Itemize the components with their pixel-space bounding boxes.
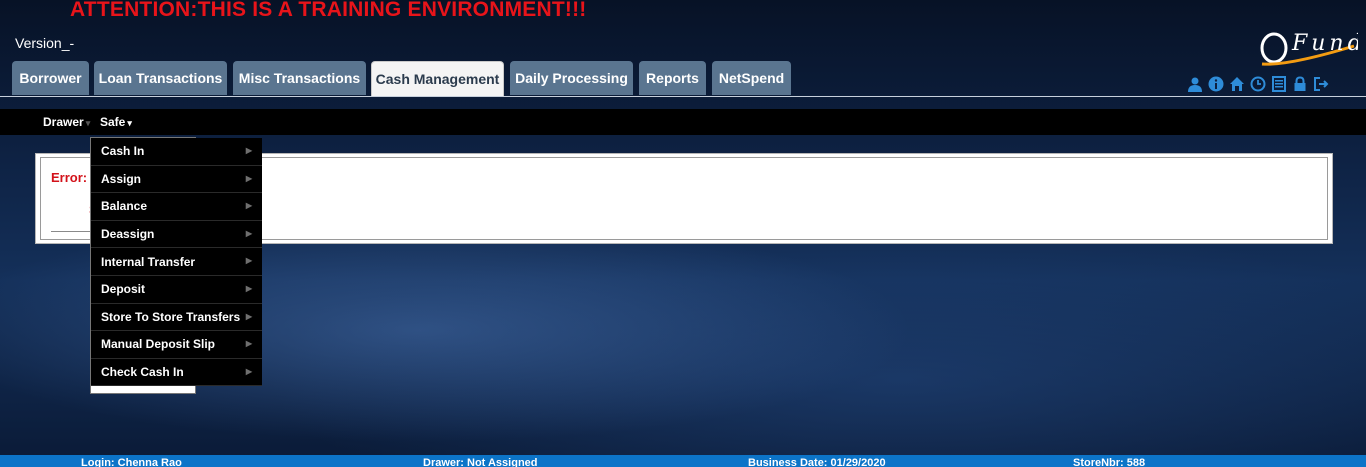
toolbar-icons <box>1187 75 1329 95</box>
chevron-right-icon: ▶ <box>245 228 252 238</box>
status-bar: Login: Chenna Rao Drawer: Not Assigned B… <box>0 455 1366 467</box>
cash-management-menubar: Drawer ▾ Safe ▾ <box>0 109 1366 135</box>
chevron-right-icon: ▶ <box>245 146 252 155</box>
tab-borrower[interactable]: Borrower <box>12 61 89 95</box>
training-banner: ATTENTION:THIS IS A TRAINING ENVIRONMENT… <box>70 0 587 21</box>
menu-item-deassign[interactable]: Deassign ▶ <box>91 221 262 249</box>
menu-item-internal-transfer[interactable]: Internal Transfer ▶ <box>91 248 262 276</box>
menu-safe-label: Safe <box>100 115 126 129</box>
tab-daily-processing[interactable]: Daily Processing <box>510 61 633 95</box>
chevron-right-icon: ▶ <box>245 366 252 376</box>
error-label: Error: <box>51 170 88 185</box>
menu-item-label: Check Cash In <box>101 365 184 380</box>
chevron-down-icon: ▾ <box>127 118 132 128</box>
chevron-right-icon: ▶ <box>245 173 252 183</box>
clock-icon[interactable] <box>1250 75 1266 93</box>
user-icon[interactable] <box>1187 75 1203 93</box>
tab-reports[interactable]: Reports <box>639 61 706 95</box>
qfund-logo: Fund <box>1260 31 1358 66</box>
status-drawer: Drawer: Not Assigned <box>423 457 538 467</box>
safe-dropdown-menu: Cash In ▶ Assign ▶ Balance ▶ Deassign ▶ Inte… <box>91 138 262 387</box>
menu-item-label: Store To Store Transfers <box>101 309 241 324</box>
menu-item-deposit[interactable]: Deposit ▶ <box>91 276 262 304</box>
menu-item-assign[interactable]: Assign ▶ <box>91 166 262 194</box>
menu-item-check-cash-in[interactable]: Check Cash In ▶ <box>91 359 262 387</box>
menu-item-label: Deposit <box>101 282 146 297</box>
calculator-icon[interactable] <box>1271 75 1287 93</box>
home-icon[interactable] <box>1229 75 1245 93</box>
logo-text: Fund <box>1291 31 1358 56</box>
menu-item-balance[interactable]: Balance ▶ <box>91 193 262 221</box>
menu-drawer-label: Drawer <box>43 115 84 129</box>
menu-item-label: Internal Transfer <box>101 254 196 269</box>
chevron-right-icon: ▶ <box>245 201 252 211</box>
info-icon[interactable] <box>1208 75 1224 93</box>
chevron-right-icon: ▶ <box>245 256 252 266</box>
lock-icon[interactable] <box>1292 75 1308 93</box>
menu-item-label: Assign <box>101 171 142 186</box>
status-business-date: Business Date: 01/29/2020 <box>748 457 886 467</box>
menu-item-store-to-store-transfers[interactable]: Store To Store Transfers ▶ <box>91 304 262 332</box>
menu-item-label: Cash In <box>101 144 145 159</box>
tab-cash-management[interactable]: Cash Management <box>371 61 504 96</box>
version-label: Version_- <box>15 35 75 51</box>
menu-item-label: Manual Deposit Slip <box>101 337 216 352</box>
tab-netspend[interactable]: NetSpend <box>712 61 791 95</box>
chevron-down-icon: ▾ <box>85 118 91 128</box>
menu-item-label: Deassign <box>101 227 155 242</box>
tab-misc-transactions[interactable]: Misc Transactions <box>233 61 366 95</box>
chevron-right-icon: ▶ <box>245 311 252 321</box>
status-login: Login: Chenna Rao <box>81 457 182 467</box>
status-store-number: StoreNbr: 588 <box>1073 457 1146 467</box>
menu-item-label: Balance <box>101 199 148 214</box>
menu-item-cash-in[interactable]: Cash In ▶ <box>91 138 262 166</box>
chevron-right-icon: ▶ <box>245 283 252 293</box>
menu-safe[interactable]: Safe ▾ <box>100 115 132 129</box>
menu-drawer[interactable]: Drawer ▾ <box>43 115 90 129</box>
menu-item-manual-deposit-slip[interactable]: Manual Deposit Slip ▶ <box>91 331 262 359</box>
logout-icon[interactable] <box>1313 75 1329 93</box>
chevron-right-icon: ▶ <box>245 339 252 349</box>
tab-loan-transactions[interactable]: Loan Transactions <box>94 61 227 95</box>
tab-divider <box>0 96 1366 97</box>
